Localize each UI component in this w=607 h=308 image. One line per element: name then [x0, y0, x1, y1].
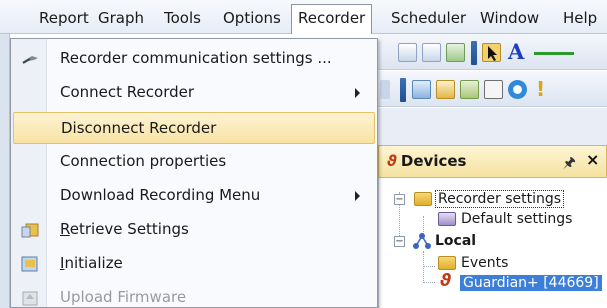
info-icon[interactable]: !: [536, 77, 545, 101]
import-icon[interactable]: [422, 43, 441, 62]
tree-item-local[interactable]: Local: [435, 231, 476, 251]
tree-item-events[interactable]: Events: [461, 253, 508, 273]
submenu-arrow-icon: [355, 88, 360, 98]
expander-local[interactable]: −: [394, 236, 405, 247]
menu-graph[interactable]: Graph: [95, 7, 147, 31]
network-icon: [413, 233, 431, 249]
devices-icon: ϑ: [387, 152, 397, 170]
close-icon[interactable]: ×: [586, 150, 599, 169]
settings-folder-icon[interactable]: [436, 80, 455, 99]
retrieve-settings-icon: [21, 223, 39, 238]
menu-scheduler[interactable]: Scheduler: [388, 7, 469, 31]
clock-icon[interactable]: [508, 80, 527, 99]
wrench-icon: [22, 56, 38, 64]
chart-icon[interactable]: [446, 43, 465, 62]
menu-item-disconnect-recorder[interactable]: Disconnect Recorder: [13, 112, 375, 144]
toolbar-separator: [471, 41, 477, 65]
toolbar-grip-icon: [380, 80, 390, 99]
menu-tools[interactable]: Tools: [161, 7, 204, 31]
recorder-menu: Recorder communication settings ... Conn…: [10, 38, 378, 308]
tree-connector: [423, 266, 435, 267]
tree-item-guardian[interactable]: Guardian+ [44669]: [460, 273, 602, 293]
upload-firmware-icon: [22, 291, 38, 306]
pin-icon[interactable]: 🖈: [563, 152, 576, 176]
device-icon[interactable]: [460, 80, 479, 99]
submenu-arrow-icon: [355, 191, 360, 201]
menu-item-initialize[interactable]: Initialize: [13, 248, 375, 280]
line-tool-icon[interactable]: [534, 52, 574, 55]
expander-recorder-settings[interactable]: −: [394, 194, 405, 205]
menu-recorder[interactable]: Recorder: [291, 4, 373, 34]
folder-icon: [438, 256, 456, 270]
menu-report[interactable]: Report: [36, 7, 92, 31]
toolbar-row-2: !: [378, 71, 607, 107]
menu-options[interactable]: Options: [220, 7, 284, 31]
folder-icon: [414, 192, 432, 206]
tree-item-recorder-settings[interactable]: Recorder settings: [435, 189, 565, 209]
menu-item-communication-settings[interactable]: Recorder communication settings ...: [13, 43, 375, 75]
menu-item-retrieve-settings[interactable]: Retrieve Settings: [13, 214, 375, 246]
text-tool-icon[interactable]: A: [508, 39, 524, 64]
initialize-icon: [21, 256, 38, 272]
window-icon[interactable]: [484, 80, 503, 99]
menu-item-connection-properties[interactable]: Connection properties: [13, 146, 375, 178]
recorder-device-icon: ϑ: [440, 271, 452, 291]
menu-bar: Report Graph Tools Options Recorder Sche…: [0, 0, 607, 34]
settings-icon: [438, 212, 456, 226]
toolbar-separator: [400, 78, 406, 102]
menu-item-download-recording[interactable]: Download Recording Menu: [13, 180, 375, 212]
menu-item-upload-firmware[interactable]: Upload Firmware: [13, 282, 375, 308]
toolbar-row-1: A: [378, 34, 607, 70]
menu-item-connect-recorder[interactable]: Connect Recorder: [13, 77, 375, 109]
pointer-icon[interactable]: [482, 43, 501, 62]
recorder-settings-icon[interactable]: [412, 80, 431, 99]
panel-gap: [378, 108, 607, 145]
devices-panel-header: ϑ Devices 🖈 ×: [378, 145, 607, 178]
devices-title: ϑ Devices: [387, 152, 467, 170]
tree-item-default-settings[interactable]: Default settings: [461, 209, 572, 229]
tree-connector: [423, 251, 424, 283]
tree-connector: [423, 282, 435, 283]
left-window-edge: [0, 34, 10, 308]
menu-help[interactable]: Help: [560, 7, 600, 31]
devices-tree: − Recorder settings Default settings − L…: [378, 178, 607, 308]
menu-window[interactable]: Window: [477, 7, 542, 31]
export-icon[interactable]: [398, 43, 417, 62]
